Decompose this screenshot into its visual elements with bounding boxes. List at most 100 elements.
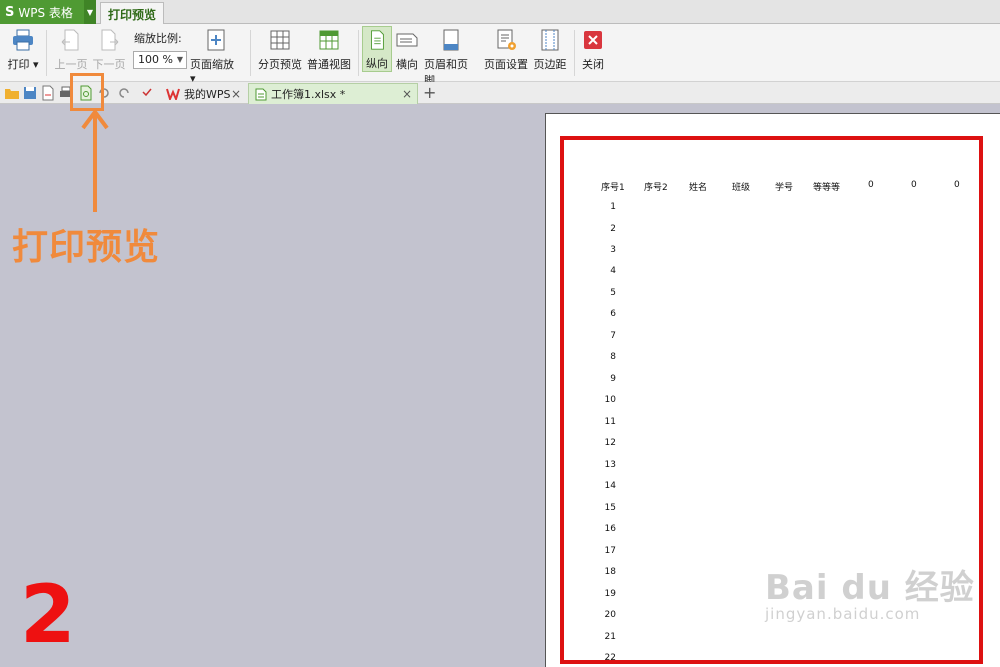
table-row: 21 <box>604 632 616 642</box>
header-footer-button[interactable]: 页眉和页脚 <box>424 28 478 88</box>
next-page-button[interactable]: 下一页 <box>92 28 126 72</box>
new-tab-plus-icon[interactable]: + <box>423 83 436 102</box>
tab-print-preview[interactable]: 打印预览 <box>100 2 164 25</box>
chevron-down-icon: ▼ <box>176 55 183 64</box>
normal-view-button[interactable]: 普通视图 <box>306 28 352 72</box>
portrait-label: 纵向 <box>366 57 388 70</box>
close-preview-button[interactable]: 关闭 <box>580 28 606 72</box>
close-icon <box>584 31 602 49</box>
header-cell: 姓名 <box>689 183 708 193</box>
doc-tab-my-wps[interactable]: 我的WPS × <box>160 83 246 104</box>
wps-w-icon <box>166 88 180 100</box>
watermark-line1: Bai du 经验 <box>765 568 975 608</box>
close-tab-icon[interactable]: × <box>231 87 241 101</box>
table-row: 22 <box>604 653 616 663</box>
annotation-arrow-icon <box>81 108 109 212</box>
annotation-label: 打印预览 <box>12 227 161 268</box>
table-row: 8 <box>610 352 616 362</box>
header-cell: 学号 <box>775 183 794 193</box>
open-folder-icon[interactable] <box>4 85 20 101</box>
table-row: 9 <box>610 374 616 384</box>
doc-tab-label: 工作簿1.xlsx * <box>271 88 346 101</box>
header-cell: 班级 <box>732 183 751 193</box>
doc-tab-workbook1[interactable]: 工作簿1.xlsx * × <box>248 83 418 104</box>
page-setup-icon <box>497 29 516 50</box>
step-number: 2 <box>20 568 76 661</box>
page-scale-icon <box>207 29 225 51</box>
separator <box>46 30 47 76</box>
normal-view-label: 普通视图 <box>307 58 351 71</box>
margins-button[interactable]: 页边距 <box>532 28 568 72</box>
portrait-icon <box>371 30 384 50</box>
table-row: 7 <box>610 331 616 341</box>
separator <box>250 30 251 76</box>
table-row: 13 <box>604 460 616 470</box>
close-tab-icon[interactable]: × <box>402 87 412 101</box>
table-row: 15 <box>604 503 616 513</box>
portrait-button[interactable]: 纵向 <box>362 26 392 72</box>
page-break-preview-icon <box>270 30 290 50</box>
separator <box>358 30 359 76</box>
print-button[interactable]: 打印 ▾ <box>6 28 40 72</box>
save-icon[interactable] <box>22 85 38 101</box>
quick-access-bar: 我的WPS × 工作簿1.xlsx * × + <box>0 82 1000 104</box>
page-scale-label: 页面缩放 <box>190 58 234 71</box>
table-row: 10 <box>604 395 616 405</box>
table-row: 2 <box>610 224 616 234</box>
next-page-label: 下一页 <box>92 58 126 71</box>
table-row: 19 <box>604 589 616 599</box>
margins-icon <box>541 29 559 51</box>
separator <box>574 30 575 76</box>
prev-page-icon <box>61 29 79 51</box>
table-row: 11 <box>604 417 616 427</box>
customize-dropdown-icon[interactable] <box>140 85 156 101</box>
wps-app-menu-button[interactable]: S WPS 表格 <box>0 0 84 24</box>
header-cell: 序号2 <box>644 183 668 193</box>
printer-icon <box>13 29 33 51</box>
table-row: 4 <box>610 266 616 276</box>
header-cell: 序号1 <box>601 183 625 193</box>
page-break-preview-label: 分页预览 <box>258 58 302 71</box>
header-cell: 0 <box>911 180 917 190</box>
table-row: 12 <box>604 438 616 448</box>
table-row: 16 <box>604 524 616 534</box>
header-footer-icon <box>443 29 459 51</box>
header-cell: 等等等 <box>813 183 841 193</box>
table-row: 18 <box>604 567 616 577</box>
page-scale-button[interactable]: 页面缩放 ▾ <box>190 28 242 85</box>
page-setup-label: 页面设置 <box>484 58 528 71</box>
table-row: 20 <box>604 610 616 620</box>
prev-page-button[interactable]: 上一页 <box>54 28 88 72</box>
header-cell: 0 <box>868 180 874 190</box>
spreadsheet-file-icon <box>255 88 267 100</box>
print-preview-highlight-box <box>70 73 104 111</box>
page-setup-button[interactable]: 页面设置 <box>484 28 528 72</box>
table-row: 17 <box>604 546 616 556</box>
next-page-icon <box>101 29 119 51</box>
landscape-label: 横向 <box>396 58 418 71</box>
margins-label: 页边距 <box>533 58 567 71</box>
ribbon-toolbar: 打印 ▾ 上一页 下一页 缩放比例: 100 % ▼ 页面缩放 ▾ 分页预览 普… <box>0 24 1000 87</box>
table-row: 3 <box>610 245 616 255</box>
table-row: 14 <box>604 481 616 491</box>
export-pdf-icon[interactable] <box>40 85 56 101</box>
table-row: 6 <box>610 309 616 319</box>
header-cell: 0 <box>954 180 960 190</box>
redo-icon[interactable] <box>116 85 132 101</box>
app-menu-dropdown-icon[interactable]: ▼ <box>84 0 96 24</box>
table-row: 5 <box>610 288 616 298</box>
zoom-value: 100 % <box>138 53 173 66</box>
table-row: 1 <box>610 202 616 212</box>
app-name: WPS 表格 <box>18 5 73 20</box>
baidu-jingyan-watermark: Bai du 经验 jingyan.baidu.com <box>765 560 975 623</box>
wps-logo-icon: S <box>5 4 15 20</box>
prev-page-label: 上一页 <box>54 58 88 71</box>
close-label: 关闭 <box>582 58 604 71</box>
doc-tab-label: 我的WPS <box>184 87 231 101</box>
zoom-select[interactable]: 100 % ▼ <box>133 51 187 69</box>
landscape-icon <box>396 33 418 47</box>
page-break-preview-button[interactable]: 分页预览 <box>258 28 302 72</box>
print-label: 打印 <box>7 58 30 71</box>
zoom-label: 缩放比例: <box>134 32 182 45</box>
landscape-button[interactable]: 横向 <box>394 28 420 72</box>
